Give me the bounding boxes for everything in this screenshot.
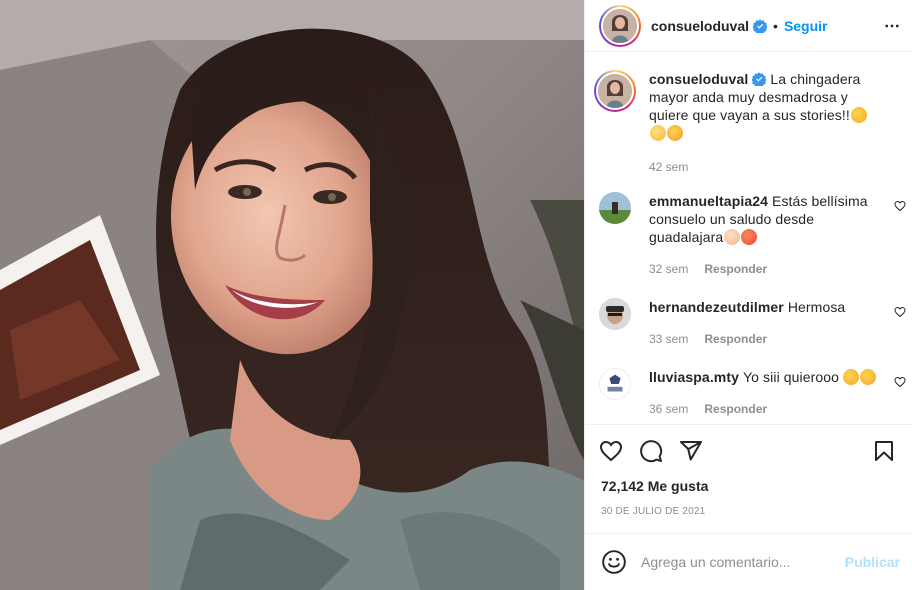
caption-username[interactable]: consueloduval xyxy=(649,71,748,87)
author-avatar[interactable] xyxy=(599,4,641,47)
comment-item: hernandezeutdilmer Hermosa 33 sem Respond… xyxy=(599,298,906,346)
comment-body: Hermosa xyxy=(787,299,846,315)
paper-plane-icon[interactable] xyxy=(679,439,703,463)
heart-icon[interactable] xyxy=(599,439,623,463)
author-avatar-image xyxy=(603,8,637,43)
comment-icon[interactable] xyxy=(639,439,663,463)
comment-username[interactable]: emmanueltapia24 xyxy=(649,193,768,209)
comment-avatar[interactable] xyxy=(599,368,631,400)
heart-eyes-emoji-icon xyxy=(741,229,758,245)
comment-text: emmanueltapia24 Estás bellísima consuelo … xyxy=(649,192,878,246)
raising-hands-emoji-icon xyxy=(860,369,877,385)
comment-time[interactable]: 32 sem xyxy=(649,262,688,276)
instagram-post: consueloduval • Seguir consueloduval La … xyxy=(0,0,912,590)
comment-avatar-image xyxy=(599,192,631,224)
caption-time[interactable]: 42 sem xyxy=(649,160,688,174)
comments-list[interactable]: consueloduval La chingadera mayor anda mu… xyxy=(585,52,912,424)
post-header: consueloduval • Seguir xyxy=(585,0,912,52)
comment-avatar-image xyxy=(600,369,630,399)
caption-avatar[interactable] xyxy=(594,70,636,112)
action-bar xyxy=(585,424,912,476)
comment-username[interactable]: lluviaspa.mty xyxy=(649,369,739,385)
verified-badge-icon xyxy=(752,72,767,86)
comment-like-heart-icon[interactable] xyxy=(894,306,906,318)
author-username[interactable]: consueloduval xyxy=(651,18,749,34)
blushing-face-emoji-icon xyxy=(650,125,666,141)
caption-text: consueloduval La chingadera mayor anda mu… xyxy=(649,70,878,142)
follow-button[interactable]: Seguir xyxy=(784,18,828,34)
caption-avatar-image xyxy=(598,74,632,108)
post-date[interactable]: 30 DE JULIO DE 2021 xyxy=(585,498,912,534)
comment-avatar[interactable] xyxy=(599,298,631,330)
clapping-hands-emoji-icon xyxy=(724,229,741,245)
reply-button[interactable]: Responder xyxy=(704,262,767,276)
bookmark-icon[interactable] xyxy=(872,439,896,463)
winking-tongue-emoji-icon xyxy=(667,125,683,141)
comment-body: Yo siii quierooo xyxy=(743,369,840,385)
reply-button[interactable]: Responder xyxy=(704,332,767,346)
comment-meta: 36 sem Responder xyxy=(649,402,878,416)
comment-text: lluviaspa.mty Yo siii quierooo xyxy=(649,368,878,386)
verified-badge-icon xyxy=(753,18,768,33)
caption: consueloduval La chingadera mayor anda mu… xyxy=(594,70,898,174)
comment-time[interactable]: 36 sem xyxy=(649,402,688,416)
reply-button[interactable]: Responder xyxy=(704,402,767,416)
comment-meta: 32 sem Responder xyxy=(649,262,878,276)
comment-avatar[interactable] xyxy=(599,192,631,224)
comment-like-heart-icon[interactable] xyxy=(894,200,906,212)
likes-count[interactable]: 72,142 Me gusta xyxy=(585,476,912,498)
clapping-hands-emoji-icon xyxy=(843,369,860,385)
upside-down-face-emoji-icon xyxy=(850,107,867,123)
post-photo[interactable] xyxy=(0,0,584,590)
comment-item: emmanueltapia24 Estás bellísima consuelo … xyxy=(599,192,906,276)
selfie-image xyxy=(0,0,584,590)
comment-username[interactable]: hernandezeutdilmer xyxy=(649,299,784,315)
comment-item: lluviaspa.mty Yo siii quierooo 36 sem Res… xyxy=(599,368,906,416)
comment-meta: 33 sem Responder xyxy=(649,332,878,346)
post-side-panel: consueloduval • Seguir consueloduval La … xyxy=(584,0,912,590)
header-separator: • xyxy=(773,17,778,34)
publish-button[interactable]: Publicar xyxy=(845,554,900,570)
comment-input[interactable] xyxy=(641,554,845,570)
comment-composer: Publicar xyxy=(585,534,912,590)
comment-time[interactable]: 33 sem xyxy=(649,332,688,346)
caption-meta: 42 sem xyxy=(649,160,878,174)
smiley-icon[interactable] xyxy=(601,549,627,575)
comment-text: hernandezeutdilmer Hermosa xyxy=(649,298,878,316)
comment-like-heart-icon[interactable] xyxy=(894,376,906,388)
more-options-icon[interactable] xyxy=(880,14,904,38)
comment-avatar-image xyxy=(599,298,631,330)
